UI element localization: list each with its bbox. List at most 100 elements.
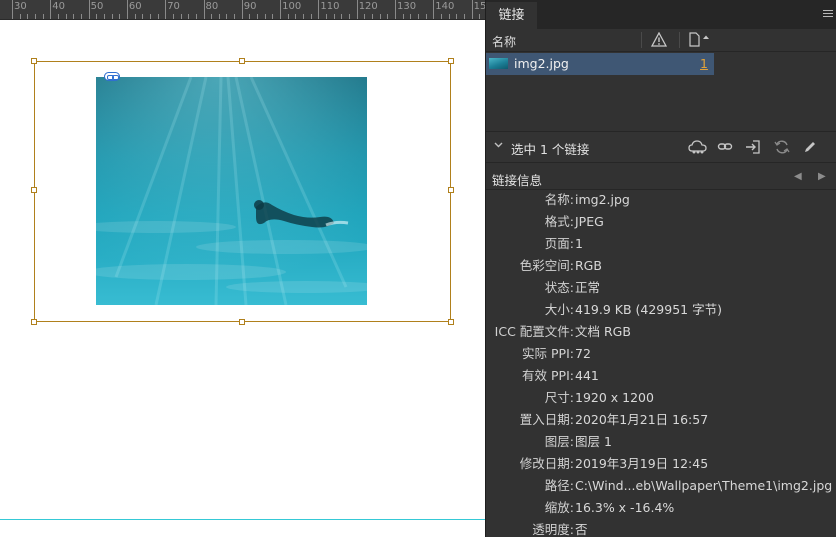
frame-handle-bottom-left[interactable] <box>31 319 37 325</box>
ruler-label: 80 <box>205 1 219 12</box>
ruler-minor-tick <box>211 14 213 19</box>
panel-menu-icon[interactable] <box>823 10 833 18</box>
frame-handle-top-center[interactable] <box>239 58 245 64</box>
ruler-minor-tick <box>257 14 259 19</box>
horizontal-ruler[interactable]: 30 40 50 60 70 80 90 100 110 120 130 140 150 <box>0 0 485 20</box>
ruler-minor-tick <box>417 14 419 19</box>
ruler-minor-tick <box>333 14 335 19</box>
ruler-label: 40 <box>52 1 66 12</box>
info-value: 1 <box>575 236 583 251</box>
info-key: 色彩空间: <box>519 258 574 273</box>
frame-handle-top-right[interactable] <box>448 58 454 64</box>
links-column-header: 名称 <box>486 29 836 52</box>
info-key: 路径: <box>544 478 574 493</box>
update-link-icon[interactable] <box>774 139 790 155</box>
info-value: img2.jpg <box>575 192 630 207</box>
ruler-major-tick <box>433 0 435 19</box>
guide-line[interactable] <box>0 519 485 520</box>
ruler-minor-tick <box>226 14 228 19</box>
edit-original-icon[interactable] <box>802 139 818 155</box>
ruler-major-tick <box>165 0 167 19</box>
ruler-label: 130 <box>397 1 417 12</box>
info-row: 色彩空间: RGB <box>486 255 836 277</box>
info-key: 有效 PPI: <box>522 368 574 383</box>
ruler-minor-tick <box>195 14 197 19</box>
relink-icon[interactable] <box>717 139 733 155</box>
ruler-minor-tick <box>448 14 450 19</box>
info-value: 正常 <box>575 280 601 295</box>
info-value: 2019年3月19日 12:45 <box>575 456 709 471</box>
ruler-minor-tick <box>218 14 220 19</box>
warning-column-icon[interactable] <box>650 31 668 50</box>
ruler-minor-tick <box>387 14 389 19</box>
frame-handle-bottom-center[interactable] <box>239 319 245 325</box>
ruler-major-tick <box>280 0 282 19</box>
links-toolbar: 选中 1 个链接 <box>486 131 836 163</box>
ruler-minor-tick <box>172 14 174 19</box>
chevron-down-icon[interactable] <box>494 140 503 152</box>
ruler-minor-tick <box>234 14 236 19</box>
ruler-minor-tick <box>410 14 412 19</box>
info-key: 图层: <box>544 434 574 449</box>
ruler-major-tick <box>88 0 90 19</box>
info-row: 有效 PPI: 441 <box>486 365 836 387</box>
info-key: 透明度: <box>532 522 574 537</box>
ruler-label: 150 <box>473 1 485 12</box>
ruler-minor-tick <box>134 14 136 19</box>
info-key: 尺寸: <box>544 390 574 405</box>
info-value: 441 <box>575 368 599 383</box>
info-row: 实际 PPI: 72 <box>486 343 836 365</box>
frame-handle-top-left[interactable] <box>31 58 37 64</box>
link-row[interactable]: img2.jpg 1 <box>486 53 714 75</box>
info-row: 修改日期: 2019年3月19日 12:45 <box>486 453 836 475</box>
info-key: 状态: <box>544 280 574 295</box>
ruler-major-tick <box>471 0 473 19</box>
ruler-minor-tick <box>463 14 465 19</box>
frame-handle-middle-left[interactable] <box>31 187 37 193</box>
ruler-minor-tick <box>425 14 427 19</box>
info-row: 名称: img2.jpg <box>486 189 836 211</box>
info-key: 置入日期: <box>519 412 574 427</box>
frame-handle-bottom-right[interactable] <box>448 319 454 325</box>
ruler-minor-tick <box>341 14 343 19</box>
link-info-header[interactable]: 链接信息 ◀ ▶ <box>486 167 836 190</box>
column-name-header[interactable]: 名称 <box>492 33 516 50</box>
ruler-minor-tick <box>264 14 266 19</box>
ruler-major-tick <box>126 0 128 19</box>
frame-handle-middle-right[interactable] <box>448 187 454 193</box>
tab-links[interactable]: 链接 <box>486 2 537 29</box>
ruler-label: 60 <box>128 1 142 12</box>
ruler-label: 110 <box>320 1 340 12</box>
ruler-minor-tick <box>188 14 190 19</box>
link-page-number[interactable]: 1 <box>700 56 708 71</box>
go-to-link-icon[interactable] <box>745 139 761 155</box>
ruler-minor-tick <box>111 14 113 19</box>
ruler-minor-tick <box>73 14 75 19</box>
info-row: 透明度: 否 <box>486 519 836 541</box>
ruler-minor-tick <box>402 14 404 19</box>
ruler-minor-tick <box>379 14 381 19</box>
info-key: 大小: <box>544 302 574 317</box>
info-value: 72 <box>575 346 591 361</box>
ruler-major-tick <box>50 0 52 19</box>
ruler-minor-tick <box>287 14 289 19</box>
info-value: 图层 1 <box>575 434 612 449</box>
page-column-icon[interactable] <box>688 32 710 50</box>
ruler-minor-tick <box>103 14 105 19</box>
info-key: 实际 PPI: <box>522 346 574 361</box>
ruler-minor-tick <box>479 14 481 19</box>
info-row: 置入日期: 2020年1月21日 16:57 <box>486 409 836 431</box>
ruler-minor-tick <box>65 14 67 19</box>
ruler-major-tick <box>241 0 243 19</box>
ruler-minor-tick <box>27 14 29 19</box>
placed-image[interactable] <box>96 77 367 305</box>
info-row: 状态: 正常 <box>486 277 836 299</box>
next-link-icon[interactable]: ▶ <box>818 171 826 182</box>
ruler-minor-tick <box>326 14 328 19</box>
cc-libraries-icon[interactable] <box>688 139 707 155</box>
ruler-minor-tick <box>149 14 151 19</box>
info-row: 缩放: 16.3% x -16.4% <box>486 497 836 519</box>
link-badge-icon[interactable] <box>104 72 120 81</box>
info-row: 格式: JPEG <box>486 211 836 233</box>
previous-link-icon[interactable]: ◀ <box>794 171 802 182</box>
